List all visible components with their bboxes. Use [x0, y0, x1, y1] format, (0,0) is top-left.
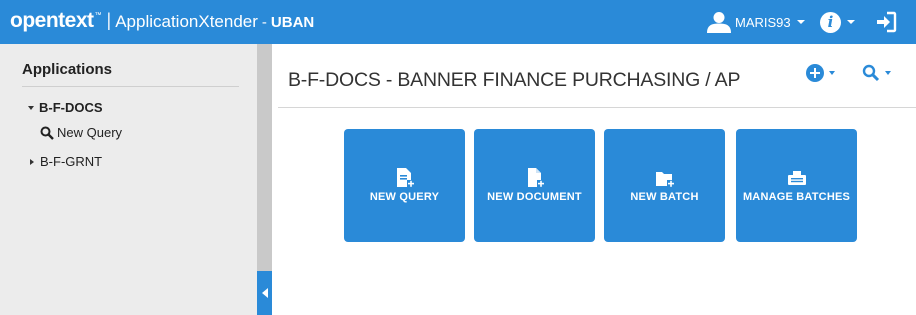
tree-item-label: B-F-GRNT [40, 154, 103, 169]
user-menu[interactable]: MARIS93 [705, 11, 805, 33]
add-circle-icon [806, 64, 824, 82]
add-menu-button[interactable] [806, 64, 835, 82]
user-icon [707, 12, 731, 33]
divider [22, 86, 239, 87]
tile-label: NEW DOCUMENT [487, 191, 582, 203]
brand-dash: - [261, 14, 267, 31]
new-document-tile[interactable]: NEW DOCUMENT [474, 129, 595, 242]
tile-label: NEW BATCH [630, 191, 699, 203]
new-query-icon [396, 168, 414, 187]
logout-icon[interactable] [874, 10, 898, 34]
chevron-left-icon [261, 288, 268, 298]
chevron-down-icon [847, 20, 855, 24]
new-query-tile[interactable]: NEW QUERY [344, 129, 465, 242]
sidebar-heading: Applications [22, 61, 113, 78]
collapse-sidebar-button[interactable] [257, 271, 272, 315]
tree-item-label: B-F-DOCS [39, 100, 103, 115]
brand-separator: | [106, 10, 112, 30]
sidebar: Applications B-F-DOCS New Query B-F-GRNT [0, 44, 257, 315]
chevron-down-icon [885, 71, 891, 75]
top-bar: opentext ™ | ApplicationXtender - UBAN M… [0, 0, 916, 44]
tree-item-new-query[interactable]: New Query [40, 125, 122, 140]
site-name: UBAN [270, 14, 315, 31]
info-icon: i [820, 11, 841, 33]
new-document-icon [527, 168, 544, 187]
chevron-down-icon [796, 20, 805, 24]
manage-batches-icon [787, 171, 806, 185]
caret-down-icon [28, 105, 34, 110]
chevron-down-icon [829, 71, 835, 75]
new-batch-icon [655, 172, 674, 187]
page-title: B-F-DOCS - BANNER FINANCE PURCHASING / A… [288, 69, 741, 91]
tree-item-b-f-grnt[interactable]: B-F-GRNT [30, 154, 102, 169]
divider [278, 107, 916, 108]
manage-batches-tile[interactable]: MANAGE BATCHES [736, 129, 857, 242]
search-icon [862, 64, 880, 82]
tile-label: NEW QUERY [369, 191, 440, 203]
help-menu[interactable]: i [820, 11, 855, 33]
search-icon [40, 126, 54, 140]
new-batch-tile[interactable]: NEW BATCH [604, 129, 725, 242]
trademark-mark: ™ [94, 12, 102, 19]
opentext-logo: opentext [10, 9, 94, 32]
brand: opentext ™ | ApplicationXtender - UBAN [10, 9, 314, 35]
tree-item-label: New Query [57, 125, 123, 140]
user-name: MARIS93 [735, 14, 791, 30]
app-name: ApplicationXtender [115, 12, 258, 31]
caret-right-icon [30, 158, 34, 165]
search-menu-button[interactable] [862, 64, 891, 82]
tree-item-b-f-docs[interactable]: B-F-DOCS [28, 100, 103, 115]
tile-label: MANAGE BATCHES [742, 191, 851, 203]
